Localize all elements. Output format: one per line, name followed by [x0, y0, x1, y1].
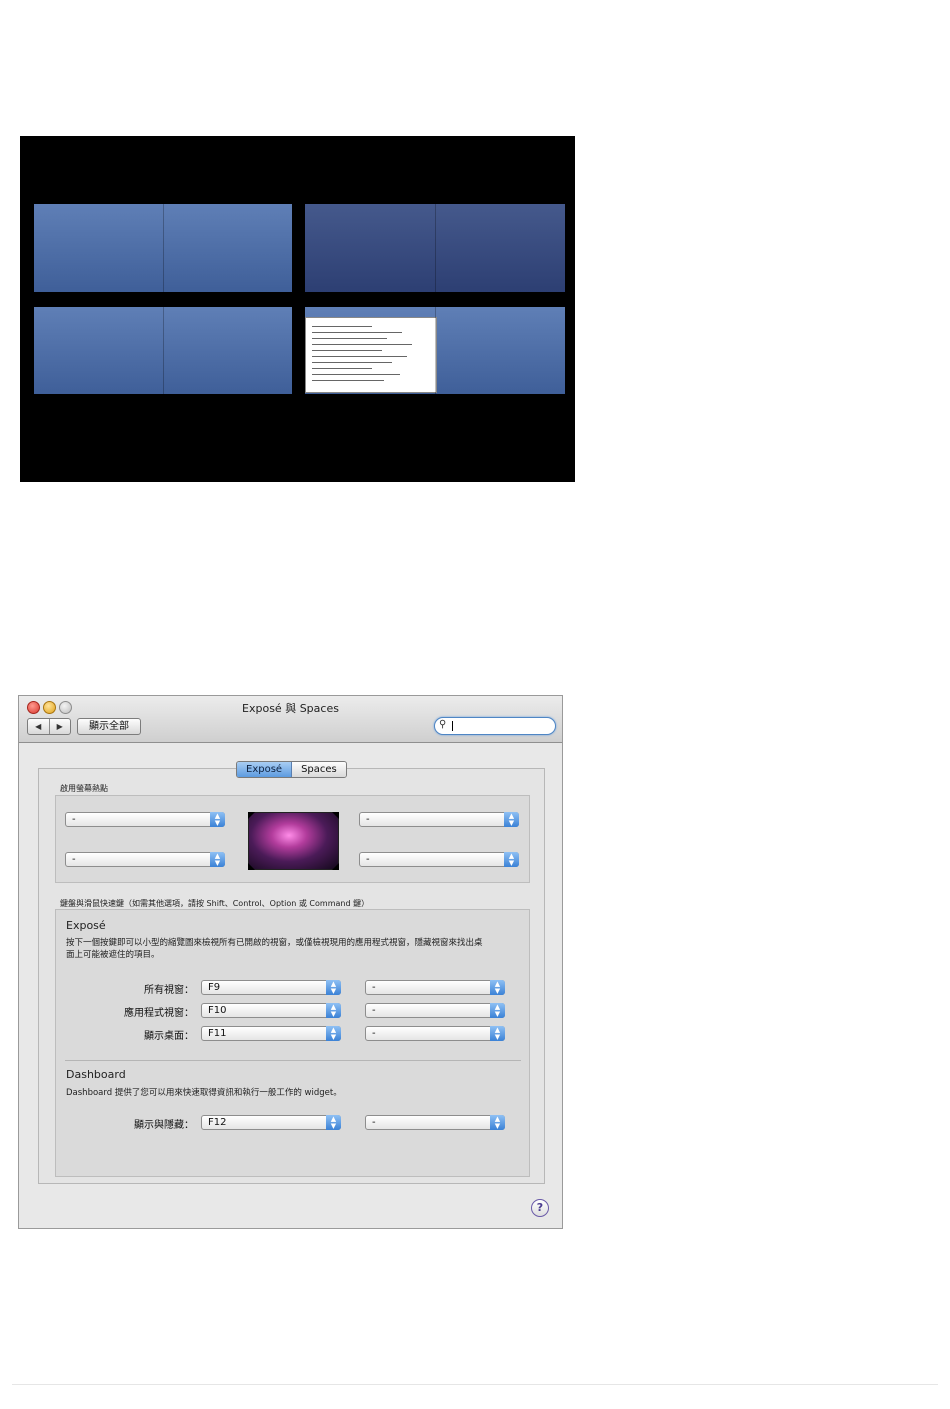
- updown-arrows-icon: ▲ ▼: [490, 1115, 505, 1130]
- help-button[interactable]: ?: [531, 1199, 549, 1217]
- text-cursor: [452, 721, 453, 731]
- expose-spaces-preferences-window: Exposé 與 Spaces ◀ ▶ 顯示全部 ⚲ Exposé Spaces…: [18, 695, 563, 1229]
- expose-description-line1: 按下一個按鍵即可以小型的縮覽圖來檢視所有已開啟的視窗，或僅檢視現用的應用程式視窗…: [66, 938, 483, 948]
- forward-button[interactable]: ▶: [50, 719, 71, 734]
- page-footer-divider: [12, 1384, 938, 1385]
- show-all-button[interactable]: 顯示全部: [77, 718, 141, 735]
- popup-value: F11: [208, 1028, 227, 1039]
- expose-heading: Exposé: [66, 919, 106, 932]
- hot-corner-bottom-left-popup[interactable]: - ▲ ▼: [65, 852, 225, 867]
- all-windows-mouse-popup[interactable]: - ▲ ▼: [365, 980, 505, 995]
- spaces-overview-screenshot: [20, 136, 575, 482]
- popup-value: F9: [208, 982, 221, 993]
- back-forward-control: ◀ ▶: [27, 718, 71, 735]
- space-3[interactable]: [34, 307, 292, 394]
- section-divider: [65, 1060, 521, 1061]
- expose-description-line2: 面上可能被遮住的項目。: [66, 950, 160, 960]
- space-1[interactable]: [34, 204, 292, 292]
- shortcuts-label: 鍵盤與滑鼠快速鍵（如需其他選項，請按 Shift、Control、Option …: [60, 899, 370, 908]
- dashboard-description: Dashboard 提供了您可以用來快速取得資訊和執行一般工作的 widget。: [66, 1088, 342, 1098]
- updown-arrows-icon: ▲ ▼: [210, 852, 225, 867]
- tab-expose[interactable]: Exposé: [237, 762, 293, 777]
- hot-corner-top-left-popup[interactable]: - ▲ ▼: [65, 812, 225, 827]
- updown-arrows-icon: ▲ ▼: [210, 812, 225, 827]
- tab-bar: Exposé Spaces: [236, 761, 347, 778]
- popup-value: -: [372, 982, 376, 993]
- popup-value: -: [372, 1005, 376, 1016]
- show-desktop-key-popup[interactable]: F11 ▲ ▼: [201, 1026, 341, 1041]
- desktop-preview-image: [248, 812, 339, 870]
- window-title: Exposé 與 Spaces: [242, 702, 339, 715]
- hot-corner-bottom-right-popup[interactable]: - ▲ ▼: [359, 852, 519, 867]
- space-4[interactable]: [305, 307, 565, 394]
- popup-value: -: [72, 854, 76, 865]
- show-hide-label: 顯示與隱藏：: [134, 1120, 194, 1131]
- updown-arrows-icon: ▲ ▼: [326, 1026, 341, 1041]
- title-bar[interactable]: Exposé 與 Spaces ◀ ▶ 顯示全部 ⚲: [19, 696, 562, 743]
- updown-arrows-icon: ▲ ▼: [326, 1003, 341, 1018]
- tab-spaces[interactable]: Spaces: [292, 762, 346, 777]
- popup-value: F10: [208, 1005, 227, 1016]
- updown-arrows-icon: ▲ ▼: [326, 1115, 341, 1130]
- popup-value: F12: [208, 1117, 227, 1128]
- show-desktop-mouse-popup[interactable]: - ▲ ▼: [365, 1026, 505, 1041]
- show-desktop-label: 顯示桌面：: [144, 1031, 194, 1042]
- popup-value: -: [372, 1117, 376, 1128]
- updown-arrows-icon: ▲ ▼: [504, 812, 519, 827]
- back-button[interactable]: ◀: [28, 719, 50, 734]
- search-field[interactable]: ⚲: [434, 717, 556, 735]
- updown-arrows-icon: ▲ ▼: [490, 1003, 505, 1018]
- popup-value: -: [366, 854, 370, 865]
- popup-value: -: [366, 814, 370, 825]
- popup-value: -: [72, 814, 76, 825]
- updown-arrows-icon: ▲ ▼: [504, 852, 519, 867]
- updown-arrows-icon: ▲ ▼: [490, 1026, 505, 1041]
- updown-arrows-icon: ▲ ▼: [326, 980, 341, 995]
- dashboard-heading: Dashboard: [66, 1068, 126, 1081]
- updown-arrows-icon: ▲ ▼: [490, 980, 505, 995]
- space-2[interactable]: [305, 204, 565, 292]
- application-windows-key-popup[interactable]: F10 ▲ ▼: [201, 1003, 341, 1018]
- show-hide-key-popup[interactable]: F12 ▲ ▼: [201, 1115, 341, 1130]
- show-hide-mouse-popup[interactable]: - ▲ ▼: [365, 1115, 505, 1130]
- window-thumbnail[interactable]: [305, 317, 437, 393]
- hot-corners-label: 啟用螢幕熱點: [60, 784, 108, 793]
- search-icon: ⚲: [439, 719, 447, 730]
- popup-value: -: [372, 1028, 376, 1039]
- hot-corner-top-right-popup[interactable]: - ▲ ▼: [359, 812, 519, 827]
- application-windows-mouse-popup[interactable]: - ▲ ▼: [365, 1003, 505, 1018]
- all-windows-label: 所有視窗：: [144, 985, 194, 996]
- application-windows-label: 應用程式視窗：: [124, 1008, 194, 1019]
- all-windows-key-popup[interactable]: F9 ▲ ▼: [201, 980, 341, 995]
